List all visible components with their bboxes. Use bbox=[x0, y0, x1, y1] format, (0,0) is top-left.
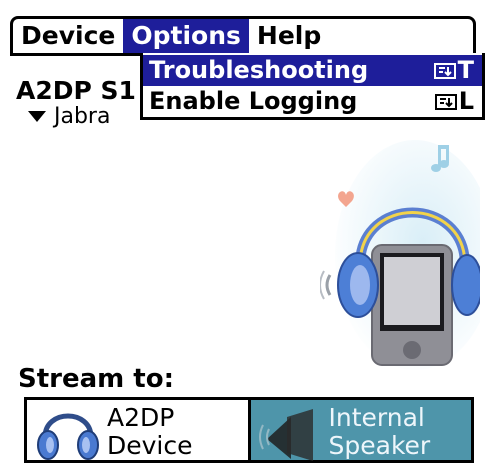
headphones-handheld-illustration bbox=[320, 140, 480, 370]
stream-option-line2: Device bbox=[107, 431, 193, 460]
stream-target-selector: A2DP Device Internal Speaker bbox=[24, 397, 474, 463]
device-selector[interactable]: Jabra bbox=[28, 104, 110, 129]
shortcut-key: T bbox=[457, 56, 474, 84]
menu-item-enable-logging[interactable]: Enable Logging L bbox=[143, 86, 482, 117]
menu-item-label: Troubleshooting bbox=[149, 56, 369, 84]
command-stroke-icon bbox=[434, 93, 457, 110]
app-title: A2DP S1 bbox=[16, 76, 136, 105]
menu-bar: Device Options Help bbox=[10, 16, 476, 56]
menu-item-label: Enable Logging bbox=[149, 87, 358, 115]
stream-option-line2: Speaker bbox=[328, 431, 431, 460]
stream-option-label: Internal Speaker bbox=[329, 404, 431, 460]
stream-to-label: Stream to: bbox=[18, 364, 174, 394]
stream-option-internal-speaker[interactable]: Internal Speaker bbox=[250, 400, 471, 461]
shortcut-key: L bbox=[458, 87, 474, 115]
options-dropdown: Troubleshooting T Enable Logging L bbox=[140, 53, 485, 120]
menu-options[interactable]: Options bbox=[123, 19, 249, 53]
speaker-icon bbox=[258, 409, 313, 461]
headphones-icon bbox=[37, 413, 99, 460]
stream-option-line1: A2DP bbox=[107, 403, 175, 432]
menu-device[interactable]: Device bbox=[13, 19, 123, 53]
dropdown-triangle-icon bbox=[28, 111, 46, 122]
stream-option-a2dp-device[interactable]: A2DP Device bbox=[27, 400, 251, 460]
menu-help[interactable]: Help bbox=[249, 19, 329, 53]
stream-option-line1: Internal bbox=[328, 403, 425, 432]
device-selector-value: Jabra bbox=[54, 104, 111, 129]
stream-option-label: A2DP Device bbox=[107, 404, 193, 460]
command-stroke-icon bbox=[433, 62, 456, 79]
shortcut: L bbox=[434, 86, 474, 117]
shortcut: T bbox=[433, 55, 474, 86]
menu-item-troubleshooting[interactable]: Troubleshooting T bbox=[143, 55, 482, 86]
